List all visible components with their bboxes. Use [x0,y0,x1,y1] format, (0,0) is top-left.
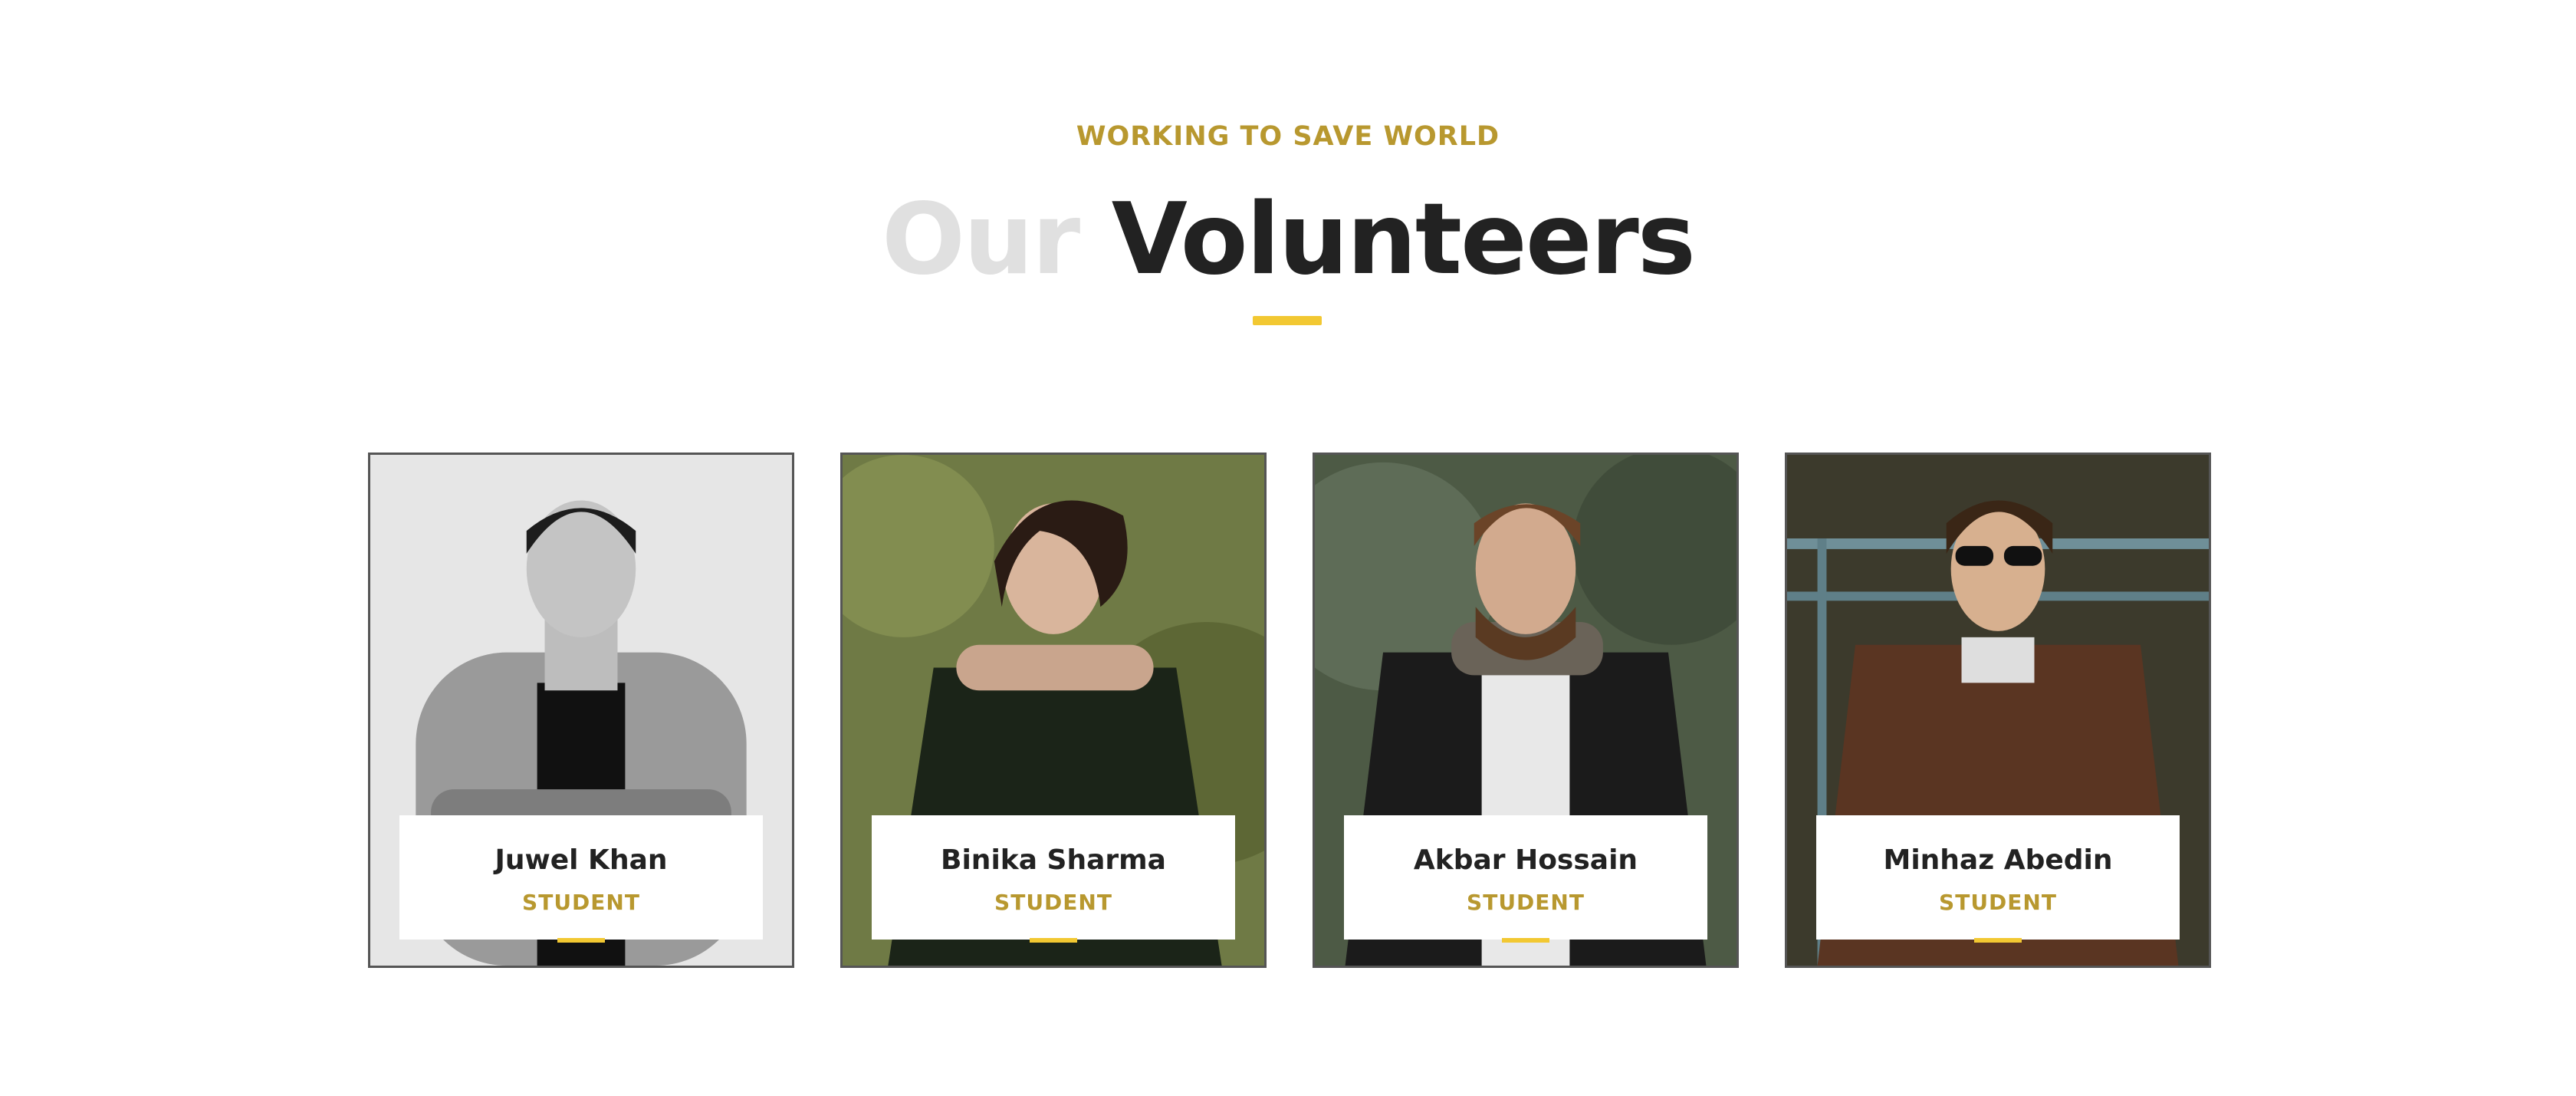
volunteer-accent-bar [557,938,605,943]
volunteer-name[interactable]: Juwel Khan [399,844,763,876]
volunteer-info: Minhaz Abedin STUDENT [1816,815,2180,943]
volunteer-card[interactable]: Juwel Khan STUDENT [368,453,794,968]
volunteer-card[interactable]: Akbar Hossain STUDENT [1313,453,1739,968]
section-title-light: Our [882,183,1080,297]
volunteer-role: STUDENT [1467,890,1585,915]
section-subtitle: WORKING TO SAVE WORLD [1076,121,1500,152]
volunteer-card[interactable]: Minhaz Abedin STUDENT [1785,453,2211,968]
volunteer-accent-bar [1974,938,2022,943]
volunteer-accent-bar [1030,938,1077,943]
volunteer-role: STUDENT [994,890,1112,915]
volunteer-role: STUDENT [1939,890,2057,915]
section-title: Our Volunteers [0,183,2576,298]
volunteer-info: Juwel Khan STUDENT [399,815,763,943]
section-title-dark: Volunteers [1111,183,1696,297]
volunteer-info: Binika Sharma STUDENT [872,815,1235,943]
volunteer-info: Akbar Hossain STUDENT [1344,815,1707,943]
volunteer-name[interactable]: Akbar Hossain [1344,844,1707,876]
title-underline [1253,316,1322,325]
volunteer-card[interactable]: Binika Sharma STUDENT [840,453,1267,968]
volunteer-name[interactable]: Minhaz Abedin [1816,844,2180,876]
volunteer-accent-bar [1502,938,1549,943]
volunteer-name[interactable]: Binika Sharma [872,844,1235,876]
volunteer-role: STUDENT [522,890,640,915]
